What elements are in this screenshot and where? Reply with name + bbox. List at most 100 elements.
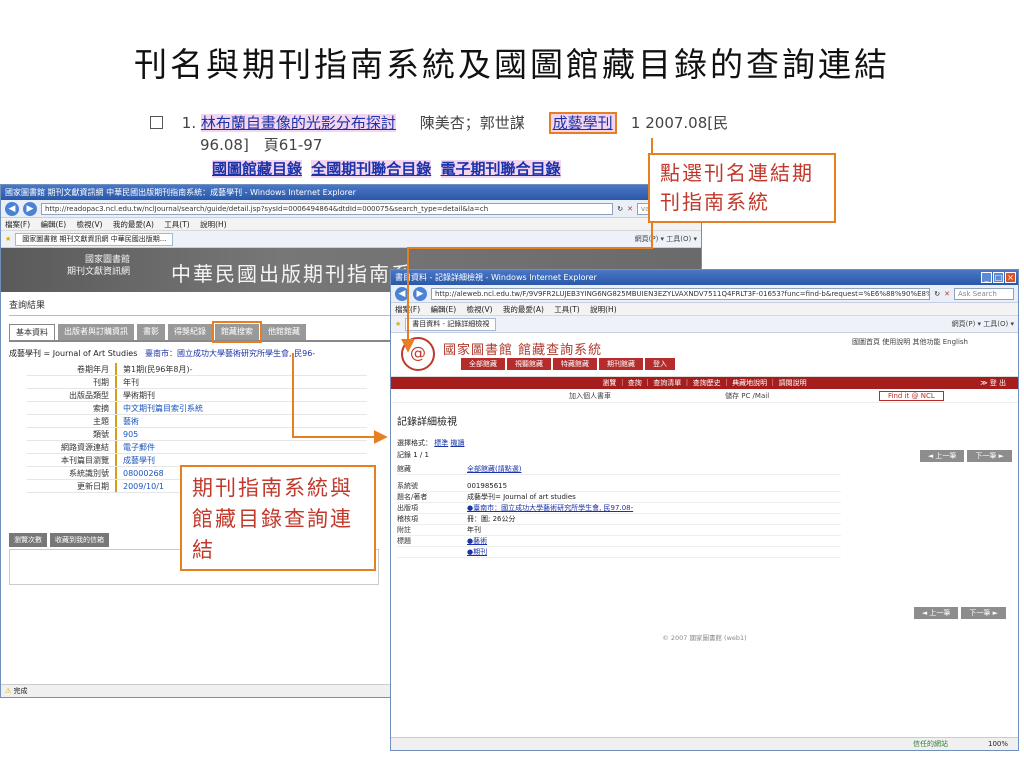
- site-title: 國家圖書館 館藏查詢系統: [443, 343, 603, 358]
- record-title-value: = Journal of Art Studies: [43, 349, 138, 358]
- subject-link[interactable]: ●藝術: [467, 536, 487, 546]
- back-icon[interactable]: ◀: [395, 286, 409, 301]
- tab-publisher[interactable]: 出版者與訂購資訊: [58, 324, 134, 340]
- site-banner: @ 國家圖書館 館藏查詢系統 國圖首頁 使用說明 其他功能 English 全部…: [391, 333, 1018, 377]
- prev-record-button[interactable]: ◄ 上一筆: [919, 450, 965, 462]
- warning-icon: ⚠: [5, 687, 12, 695]
- field-row: 網路資源連結 電子郵件: [27, 441, 367, 454]
- window-title: 書目資料 - 記錄詳細檢視 - Windows Internet Explore…: [395, 273, 597, 282]
- menu-favorites[interactable]: 我的最愛(A): [503, 305, 544, 314]
- next-record-button[interactable]: 下一筆 ►: [967, 450, 1012, 462]
- prev-record-button[interactable]: ◄ 上一筆: [913, 607, 959, 619]
- menu-edit[interactable]: 編輯(E): [431, 305, 457, 314]
- result-authors: 陳美杏；郭世謀: [419, 114, 525, 132]
- refresh-icon[interactable]: ↻: [617, 205, 623, 213]
- menu-help[interactable]: 說明(H): [590, 305, 617, 314]
- back-icon[interactable]: ◀: [5, 201, 19, 216]
- tab-view-count[interactable]: 瀏覽次數: [9, 533, 47, 547]
- add-to-cart-link[interactable]: 加入個人書車: [569, 389, 611, 403]
- tab-journals[interactable]: 期刊館藏: [599, 358, 643, 370]
- record-detail-table: 館藏 全部館藏(請點選) 系統號 001985615 題名/著者 成藝學刊= Jour…: [397, 464, 841, 558]
- menu-file[interactable]: 檔案(F): [5, 220, 30, 229]
- browser-tab[interactable]: 國家圖書館 期刊文獻資訊網 中華民國出版期...: [15, 232, 174, 246]
- tab-awards[interactable]: 得獎紀錄: [168, 324, 212, 340]
- favorites-star-icon[interactable]: ★: [395, 320, 401, 328]
- ncl-logo-icon: @: [401, 337, 435, 371]
- menu-help[interactable]: 說明(H): [200, 220, 227, 229]
- forward-icon[interactable]: ▶: [23, 201, 37, 216]
- field-link[interactable]: 成藝學刊: [117, 454, 155, 466]
- favorites-star-icon[interactable]: ★: [5, 235, 11, 243]
- field-value: 08000268: [123, 469, 164, 478]
- find-it-button[interactable]: Find it @ NCL: [879, 391, 944, 401]
- field-label: 更新日期: [27, 480, 117, 492]
- field-link[interactable]: 藝術: [117, 415, 139, 427]
- record-publisher[interactable]: 臺南市：國立成功大學藝術研究所學生會, 民96-: [145, 349, 315, 358]
- holdings-link[interactable]: 全部館藏(請點選): [467, 464, 521, 474]
- stop-icon[interactable]: ✕: [944, 290, 950, 298]
- tab-av[interactable]: 視聽館藏: [507, 358, 551, 370]
- tab-special[interactable]: 特藏館藏: [553, 358, 597, 370]
- record-title-label: 成藝學刊: [9, 349, 41, 358]
- browser-search-field[interactable]: Ask Search: [954, 287, 1014, 300]
- tab-basic-info[interactable]: 基本資料: [9, 324, 55, 340]
- stop-icon[interactable]: ✕: [627, 205, 633, 213]
- field-link[interactable]: 電子郵件: [117, 441, 155, 453]
- url-field[interactable]: http://readopac3.ncl.edu.tw/nclJournal/s…: [41, 202, 614, 215]
- pager-bottom: ◄ 上一筆 下一筆 ►: [913, 607, 1006, 619]
- menu-tools[interactable]: 工具(T): [164, 220, 189, 229]
- minimize-icon[interactable]: _: [981, 272, 992, 283]
- refresh-icon[interactable]: ↻: [934, 290, 940, 298]
- row-label: [397, 547, 467, 557]
- publisher-link[interactable]: ●臺南市：國立成功大學藝術研究所學生會, 民97.08-: [467, 503, 633, 513]
- format-marc-link[interactable]: 機讀: [450, 439, 464, 447]
- zoom-level[interactable]: 100%: [988, 738, 1008, 750]
- menu-view[interactable]: 檢視(V): [77, 220, 103, 229]
- url-field[interactable]: http://aleweb.ncl.edu.tw/F/9V9FR2LUJEB3Y…: [431, 287, 931, 300]
- field-value: 年刊: [123, 378, 139, 387]
- table-row: 附註 年刊: [397, 525, 841, 536]
- logout-link[interactable]: ≫ 登 出: [980, 377, 1006, 389]
- tab-login[interactable]: 登入: [645, 358, 675, 370]
- menu-view[interactable]: 檢視(V): [467, 305, 493, 314]
- top-links[interactable]: 國圖首頁 使用說明 其他功能 English: [852, 337, 968, 347]
- maximize-icon[interactable]: □: [993, 272, 1004, 283]
- sub-nav-links[interactable]: 瀏覽 ｜ 查詢 ｜ 查詢清單 ｜ 查詢歷史 ｜ 典藏地說明 ｜ 調閱說明: [602, 379, 806, 387]
- browser-tab[interactable]: 書目資料 - 記錄詳細檢視: [405, 317, 497, 331]
- save-mail-link[interactable]: 儲存 PC /Mail: [725, 389, 769, 403]
- tab-all[interactable]: 全部館藏: [461, 358, 505, 370]
- page-tools[interactable]: 網頁(P) ▾ 工具(O) ▾: [952, 319, 1014, 329]
- menu-tools[interactable]: 工具(T): [554, 305, 579, 314]
- menu-edit[interactable]: 編輯(E): [41, 220, 67, 229]
- row-label: 稽核項: [397, 515, 418, 523]
- menu-favorites[interactable]: 我的最愛(A): [113, 220, 154, 229]
- union-catalog-link[interactable]: 全國期刊聯合目錄: [311, 160, 432, 178]
- field-label: 刊期: [27, 376, 117, 388]
- row-value: 冊：圖; 26公分: [467, 515, 516, 523]
- article-title-link[interactable]: 林布蘭自畫像的光影分布探討: [200, 114, 396, 132]
- menu-file[interactable]: 檔案(F): [395, 305, 420, 314]
- format-standard-link[interactable]: 標準: [434, 439, 448, 447]
- journal-title-link[interactable]: 成藝學刊: [548, 112, 617, 134]
- subject-link[interactable]: ●期刊: [467, 547, 487, 557]
- table-row: 題名/著者 成藝學刊= Journal of art studies: [397, 492, 841, 503]
- window-title: 國家圖書館 期刊文獻資訊網 中華民國出版期刊指南系統：成藝學刊 - Window…: [5, 188, 356, 197]
- tab-other-holdings[interactable]: 他館館藏: [262, 324, 306, 340]
- close-icon[interactable]: ×: [1005, 272, 1016, 283]
- site-title: 中華民國出版期刊指南系: [171, 262, 413, 286]
- forward-icon[interactable]: ▶: [413, 286, 427, 301]
- row-label: 題名/著者: [397, 493, 428, 501]
- tab-cover[interactable]: 書影: [137, 324, 165, 340]
- ejournal-catalog-link[interactable]: 電子期刊聯合目錄: [440, 160, 561, 178]
- tab-ncl-holdings[interactable]: 館藏搜索: [212, 321, 262, 343]
- tab-save-to-mail[interactable]: 收藏到我的信箱: [50, 533, 109, 547]
- next-record-button[interactable]: 下一筆 ►: [961, 607, 1006, 619]
- field-link[interactable]: 中文期刊篇目索引系統: [117, 402, 203, 414]
- page-tools[interactable]: 網頁(P) ▾ 工具(O) ▾: [635, 234, 697, 244]
- trusted-site-indicator: 信任的網站: [913, 740, 948, 748]
- field-link[interactable]: 905: [117, 428, 138, 440]
- select-checkbox[interactable]: [150, 116, 163, 129]
- field-value: 學術期刊: [123, 391, 155, 400]
- sub-navigation: 瀏覽 ｜ 查詢 ｜ 查詢清單 ｜ 查詢歷史 ｜ 典藏地說明 ｜ 調閱說明 ≫ 登…: [391, 377, 1018, 389]
- ncl-catalog-link[interactable]: 國圖館藏目錄: [212, 160, 303, 178]
